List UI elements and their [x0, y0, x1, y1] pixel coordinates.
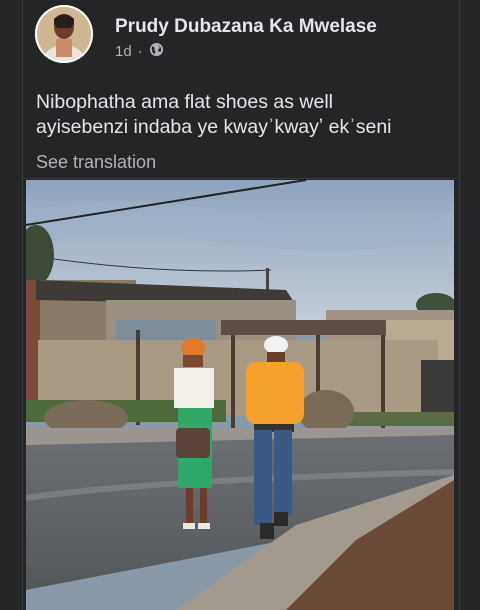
meta-separator: ·	[137, 43, 143, 60]
post-meta: 1d ·	[115, 42, 164, 61]
street-scene-image	[26, 180, 454, 610]
author-name[interactable]: Prudy Dubazana Ka Mwelase	[115, 16, 377, 38]
globe-icon	[149, 42, 164, 61]
divider	[22, 178, 458, 179]
post-photo[interactable]	[26, 180, 454, 610]
post-text: Nibophatha ama flat shoes as well ayiseb…	[36, 90, 446, 140]
post-text-line: Nibophatha ama flat shoes as well	[36, 91, 334, 113]
post-timestamp[interactable]: 1d	[115, 43, 132, 60]
post-text-line: ayisebenzi indaba ye kwayʾkwayʼ ekʾseni	[36, 116, 392, 138]
author-avatar[interactable]	[35, 5, 93, 63]
avatar-photo	[35, 5, 93, 63]
see-translation-link[interactable]: See translation	[36, 152, 156, 173]
